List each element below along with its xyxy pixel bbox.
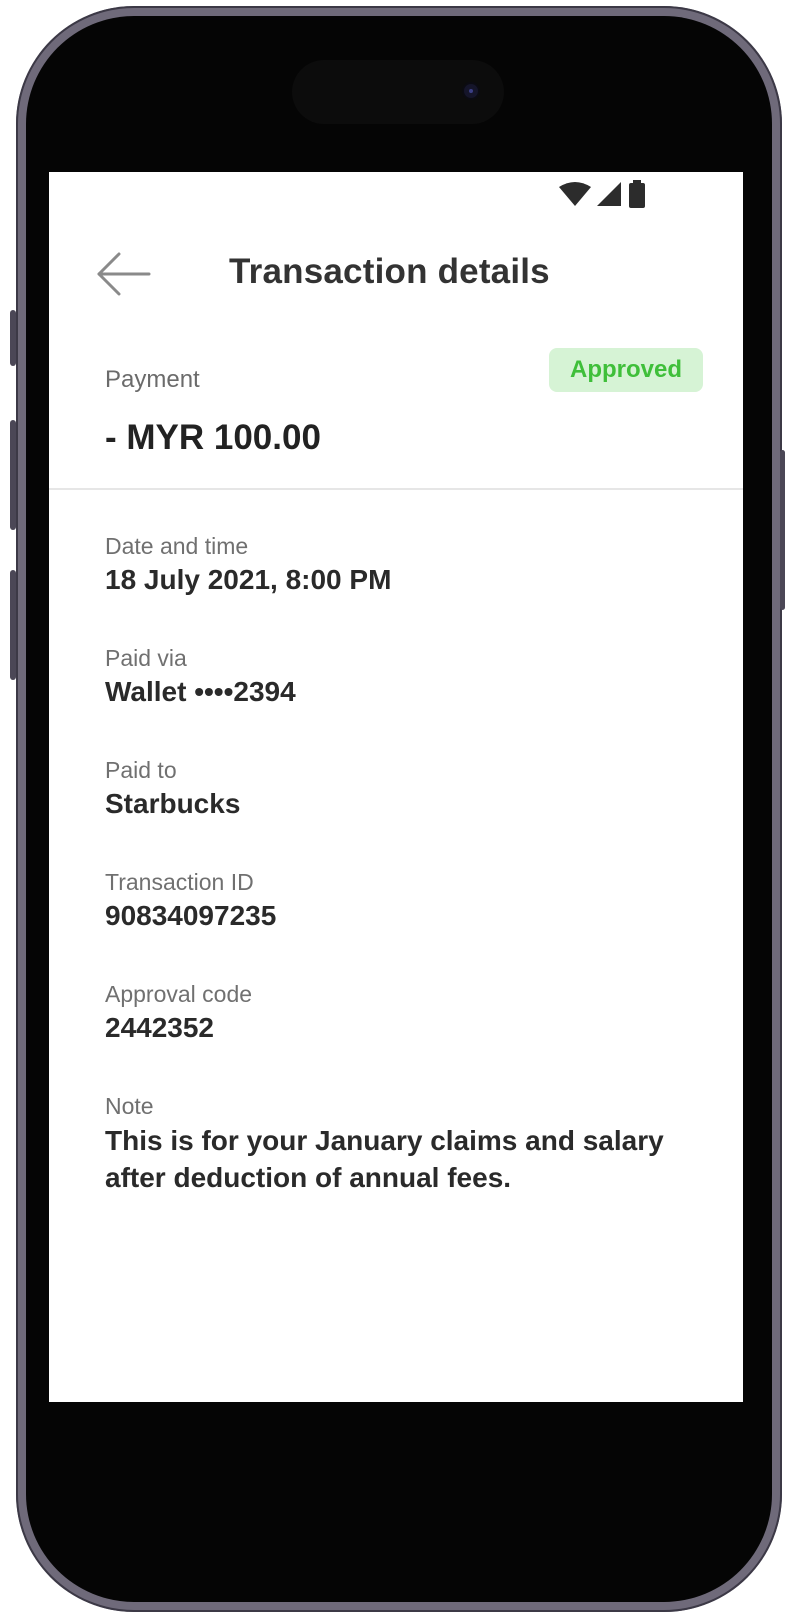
power-button	[780, 450, 785, 610]
signal-icon	[597, 182, 621, 211]
app-screen: Transaction details Payment Approved - M…	[49, 172, 743, 1402]
transaction-type-label: Payment	[105, 366, 200, 393]
device-mockup: Transaction details Payment Approved - M…	[0, 0, 796, 1621]
detail-paid-to: Paid to Starbucks	[105, 754, 705, 822]
battery-icon	[627, 180, 647, 213]
wifi-icon	[559, 182, 591, 211]
detail-label: Transaction ID	[105, 869, 254, 895]
detail-note: Note This is for your January claims and…	[105, 1090, 705, 1196]
transaction-summary: Payment Approved - MYR 100.00	[49, 322, 743, 490]
detail-value: 18 July 2021, 8:00 PM	[105, 564, 392, 595]
detail-label: Date and time	[105, 533, 249, 559]
detail-label: Paid via	[105, 645, 187, 671]
page-title: Transaction details	[229, 252, 550, 291]
detail-label: Note	[105, 1093, 154, 1119]
detail-paid-via: Paid via Wallet ••••2394	[105, 642, 705, 710]
volume-down-button	[10, 570, 16, 680]
detail-date-time: Date and time 18 July 2021, 8:00 PM	[105, 530, 705, 598]
status-bar	[49, 172, 743, 212]
detail-value: 2442352	[105, 1012, 215, 1043]
arrow-left-icon	[93, 252, 157, 306]
section-divider	[49, 488, 743, 490]
detail-label: Approval code	[105, 981, 253, 1007]
back-button[interactable]	[93, 246, 157, 302]
detail-value: Starbucks	[105, 788, 241, 819]
mute-switch	[10, 310, 16, 366]
detail-value: Wallet ••••2394	[105, 676, 296, 707]
detail-value: This is for your January claims and sala…	[105, 1125, 664, 1193]
dynamic-island	[292, 60, 504, 124]
status-badge: Approved	[549, 348, 703, 392]
app-header: Transaction details	[49, 232, 743, 312]
detail-approval-code: Approval code 2442352	[105, 978, 705, 1046]
volume-up-button	[10, 420, 16, 530]
camera-icon	[464, 84, 478, 98]
transaction-amount: - MYR 100.00	[105, 418, 321, 457]
detail-label: Paid to	[105, 757, 177, 783]
detail-transaction-id: Transaction ID 90834097235	[105, 866, 705, 934]
detail-value: 90834097235	[105, 900, 277, 931]
